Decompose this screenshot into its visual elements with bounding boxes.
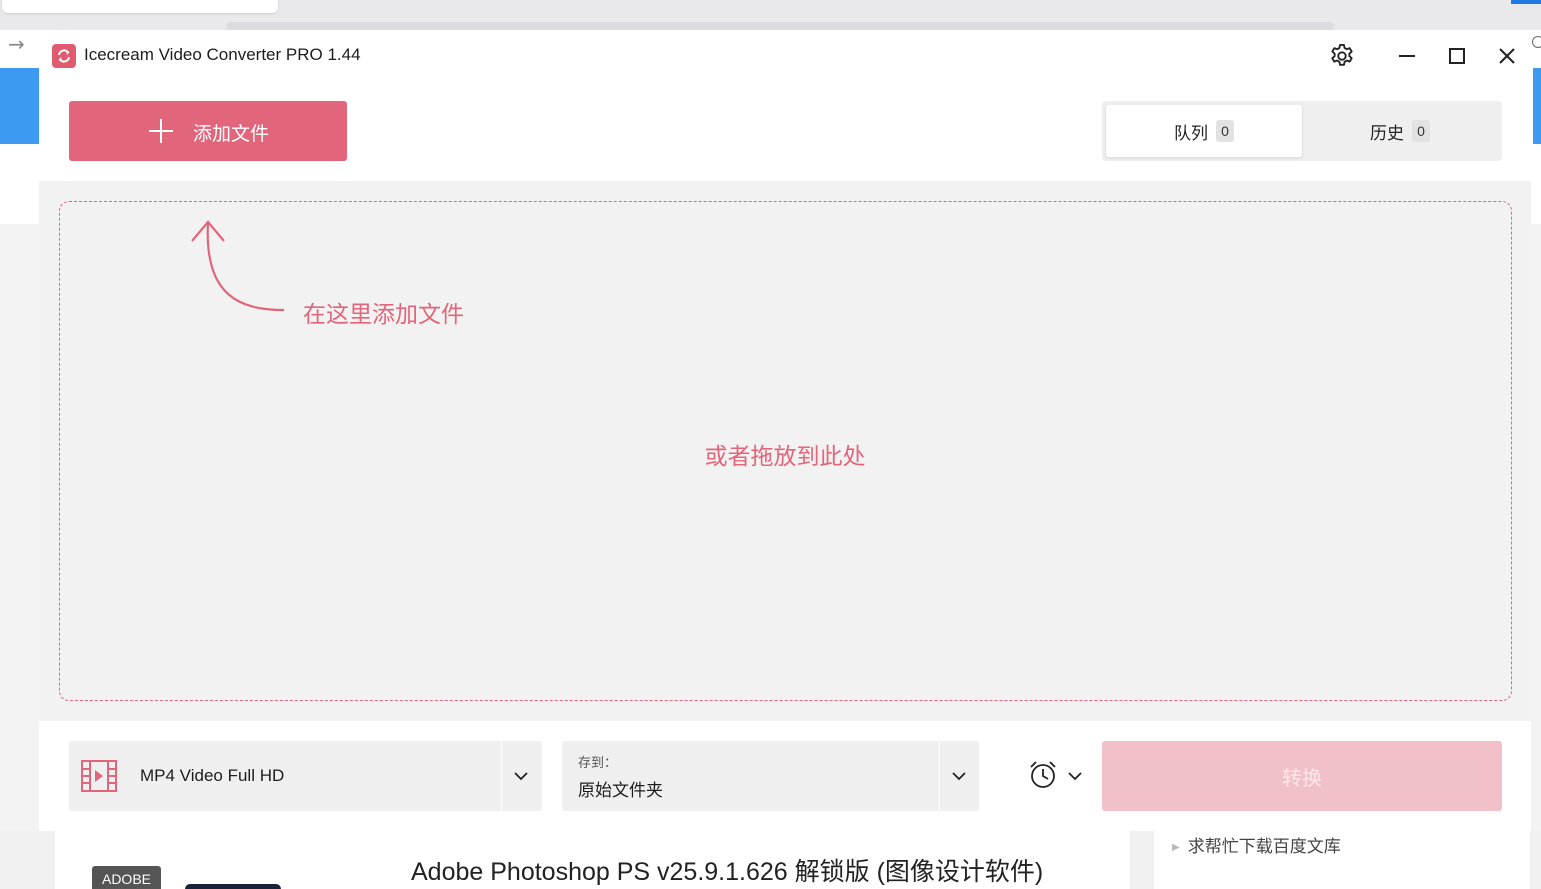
gear-icon [1331, 43, 1353, 66]
queue-history-toggle: 队列 0 历史 0 [1102, 101, 1502, 161]
tab-history-count: 0 [1412, 120, 1430, 142]
format-select[interactable]: MP4 Video Full HD [69, 741, 542, 811]
browser-address-strip [226, 22, 1334, 30]
close-icon [1499, 48, 1515, 64]
app-window: Icecream Video Converter PRO 1.44 添加文件 队… [39, 30, 1531, 831]
sidebar-link-label: 求帮忙下载百度文库 [1187, 837, 1341, 856]
minimize-button[interactable] [1385, 38, 1429, 74]
drag-drop-hint: 或者拖放到此处 [704, 443, 866, 469]
browser-left-banner [0, 68, 40, 144]
minimize-icon [1399, 55, 1415, 57]
article-title[interactable]: Adobe Photoshop PS v25.9.1.626 解锁版 (图像设计… [411, 852, 1043, 888]
sidebar-link[interactable]: ▶ 求帮忙下载百度文库 [1172, 832, 1341, 857]
close-button[interactable] [1485, 38, 1529, 74]
chevron-down-icon[interactable] [951, 768, 967, 784]
chevron-down-icon[interactable] [513, 768, 529, 784]
schedule-button[interactable] [1027, 758, 1087, 794]
add-file-button[interactable]: 添加文件 [69, 101, 347, 161]
article-thumbnail [185, 884, 281, 889]
add-files-hint: 在这里添加文件 [303, 301, 464, 327]
maximize-button[interactable] [1435, 38, 1479, 74]
maximize-icon [1449, 48, 1465, 64]
save-location-select[interactable]: 存到： 原始文件夹 [562, 741, 979, 811]
select-divider [501, 741, 502, 811]
convert-button[interactable]: 转换 [1102, 741, 1502, 811]
save-caption: 存到： [578, 755, 618, 770]
tab-queue-count: 0 [1216, 120, 1234, 142]
browser-profile-icon[interactable] [1532, 36, 1541, 48]
chevron-down-icon [1068, 772, 1082, 781]
bottom-bar: MP4 Video Full HD 存到： 原始文件夹 转换 [39, 721, 1531, 831]
plus-icon [149, 119, 173, 143]
film-icon [81, 760, 117, 792]
settings-button[interactable] [1320, 38, 1364, 74]
tab-queue-label: 队列 [1174, 123, 1208, 143]
alarm-clock-icon [1030, 761, 1056, 788]
curved-arrow-icon [191, 220, 285, 312]
tab-history[interactable]: 历史 0 [1302, 105, 1498, 157]
select-divider [939, 741, 940, 811]
back-arrow-icon[interactable]: → [8, 32, 25, 56]
tab-history-label: 历史 [1370, 123, 1404, 143]
bullet-icon: ▶ [1172, 842, 1180, 853]
category-tag[interactable]: ADOBE [92, 866, 161, 889]
title-bar: Icecream Video Converter PRO 1.44 [39, 30, 1531, 82]
browser-tab[interactable] [2, 0, 278, 13]
format-value: MP4 Video Full HD [140, 766, 285, 785]
save-location-value: 原始文件夹 [578, 781, 663, 800]
tab-queue[interactable]: 队列 0 [1106, 105, 1302, 157]
browser-right-banner [1533, 68, 1541, 144]
browser-accent [1511, 0, 1541, 4]
drop-zone[interactable]: 在这里添加文件 或者拖放到此处 [39, 181, 1531, 721]
add-file-label: 添加文件 [193, 124, 270, 145]
app-title: Icecream Video Converter PRO 1.44 [84, 45, 361, 64]
app-logo-icon [52, 44, 76, 68]
